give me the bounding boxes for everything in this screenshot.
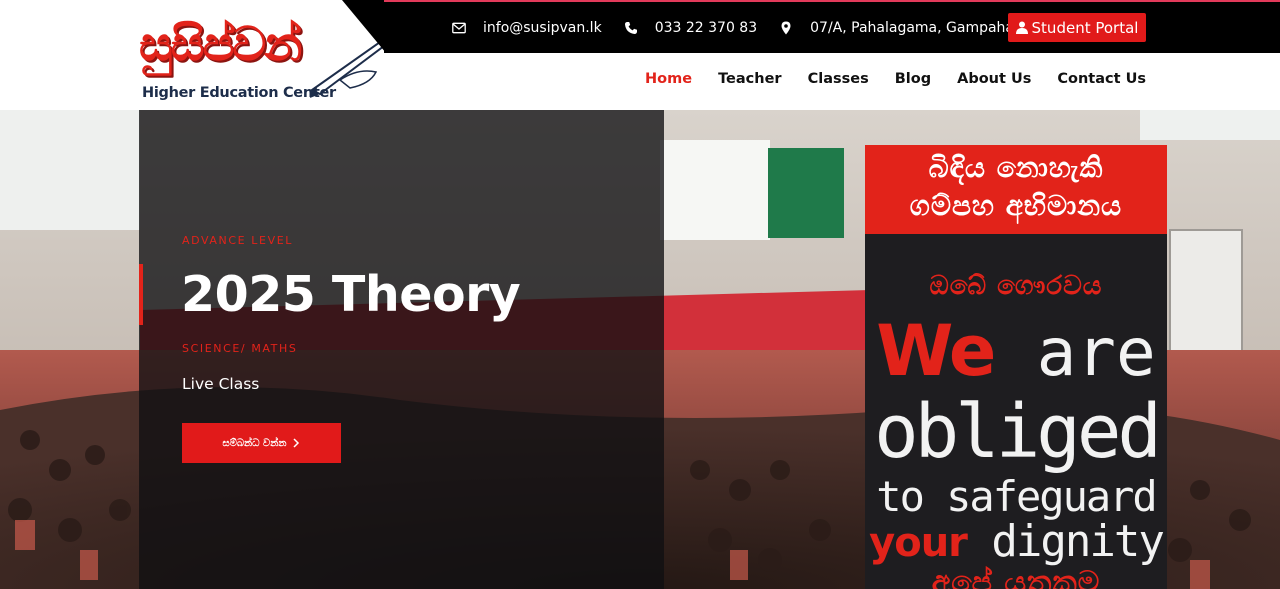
nav-item-classes[interactable]: Classes bbox=[808, 71, 869, 87]
main-nav: Home Teacher Classes Blog About Us Conta… bbox=[619, 71, 1146, 87]
banner-word-dignity: dignity bbox=[991, 516, 1164, 567]
banner-line-obliged: obliged bbox=[874, 389, 1162, 475]
header-divider-shape bbox=[342, 0, 386, 53]
phone-icon bbox=[624, 22, 637, 34]
banner-sinhala-line1: ඔබේ ගෞරවය bbox=[929, 271, 1103, 301]
map-marker-icon bbox=[781, 21, 791, 35]
site-header: සුසිප්වන් Higher Education Center info@s… bbox=[0, 0, 1280, 110]
envelope-icon bbox=[452, 22, 466, 34]
student-portal-button[interactable]: Student Portal bbox=[1008, 13, 1146, 42]
banner-header-line1: බිඳිය නොහැකි bbox=[928, 151, 1104, 184]
student-portal-label: Student Portal bbox=[1031, 18, 1139, 37]
topbar-address-text: 07/A, Pahalagama, Gampaha bbox=[810, 20, 1015, 36]
topbar-email[interactable]: info@susipvan.lk bbox=[452, 20, 602, 36]
logo-title: සුසිප්වන් bbox=[139, 17, 302, 72]
nav-item-about-us[interactable]: About Us bbox=[957, 71, 1031, 87]
nav-item-contact-us[interactable]: Contact Us bbox=[1057, 71, 1146, 87]
hero-subtitle: SCIENCE/ MATHS bbox=[182, 342, 298, 355]
logo-subtitle: Higher Education Center bbox=[142, 85, 336, 101]
banner-word-we: We bbox=[876, 310, 996, 392]
topbar-email-text: info@susipvan.lk bbox=[483, 20, 602, 36]
hero-title: 2025 Theory bbox=[181, 266, 521, 323]
hero-slider: ADVANCE LEVEL 2025 Theory SCIENCE/ MATHS… bbox=[0, 110, 1280, 589]
topbar-address[interactable]: 07/A, Pahalagama, Gampaha bbox=[779, 20, 1014, 36]
chevron-right-icon bbox=[293, 438, 300, 448]
banner-header-line2: ගම්පහ අභිමානය bbox=[909, 189, 1123, 222]
banner-line-safeguard: to safeguard bbox=[876, 472, 1157, 521]
banner-word-are: are bbox=[1036, 314, 1156, 391]
hero-accent-bar bbox=[139, 264, 143, 325]
hero-kicker: ADVANCE LEVEL bbox=[182, 234, 293, 247]
join-button[interactable]: සම්බන්ධ වන්න bbox=[182, 423, 341, 463]
topbar-phone[interactable]: 033 22 370 83 bbox=[624, 20, 757, 36]
nav-item-blog[interactable]: Blog bbox=[895, 71, 931, 87]
nav-item-home[interactable]: Home bbox=[645, 71, 692, 87]
topbar: info@susipvan.lk 033 22 370 83 07/A, Pah… bbox=[384, 0, 1280, 53]
banner-line-we-are: We are bbox=[865, 313, 1167, 391]
hero-live-class: Live Class bbox=[182, 375, 260, 393]
campaign-banner: බිඳිය නොහැකි ගම්පහ අභිමානය ඔබේ ගෞරවය We … bbox=[865, 145, 1167, 589]
banner-word-your: your bbox=[869, 520, 968, 566]
join-button-label: සම්බන්ධ වන්න bbox=[222, 437, 287, 449]
topbar-phone-text: 033 22 370 83 bbox=[654, 20, 758, 36]
banner-sinhala-line2: අපේ යුතුකම bbox=[931, 565, 1101, 589]
nav-item-teacher[interactable]: Teacher bbox=[718, 71, 782, 87]
banner-header: බිඳිය නොහැකි ගම්පහ අභිමානය bbox=[865, 145, 1167, 234]
banner-line-dignity: your dignity bbox=[865, 517, 1167, 568]
user-icon bbox=[1015, 21, 1028, 34]
